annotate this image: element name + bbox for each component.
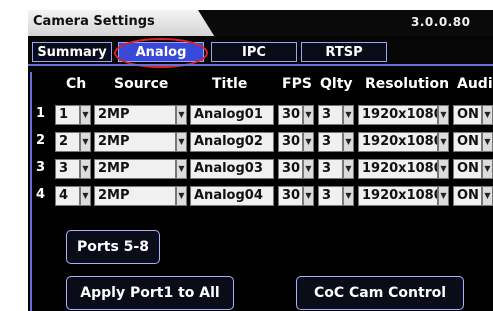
ch-select[interactable]: 4 (55, 186, 80, 206)
title-input[interactable]: Analog04 (190, 186, 274, 206)
column-header-resolution: Resolution (365, 76, 450, 92)
audio-select[interactable]: ON (453, 159, 482, 179)
dropdown-arrow-icon[interactable]: ▼ (303, 105, 314, 125)
audio-select[interactable]: ON (453, 132, 482, 152)
window-title: Camera Settings (33, 14, 155, 29)
dropdown-arrow-icon[interactable]: ▼ (438, 159, 449, 179)
dropdown-arrow-icon[interactable]: ▼ (303, 132, 314, 152)
ch-select[interactable]: 2 (55, 132, 80, 152)
fps-select[interactable]: 30 (278, 159, 303, 179)
dropdown-arrow-icon[interactable]: ▼ (438, 105, 449, 125)
fps-select[interactable]: 30 (278, 132, 303, 152)
title-input[interactable]: Analog01 (190, 105, 274, 125)
source-select[interactable]: 2MP (94, 132, 176, 152)
source-select[interactable]: 2MP (94, 186, 176, 206)
title-input[interactable]: Analog02 (190, 132, 274, 152)
dropdown-arrow-icon[interactable]: ▼ (482, 132, 493, 152)
column-header-title: Title (212, 76, 248, 92)
tab-ipc[interactable]: IPC (211, 42, 297, 62)
dropdown-arrow-icon[interactable]: ▼ (80, 105, 91, 125)
quality-select[interactable]: 3 (318, 132, 343, 152)
column-header-fps: FPS (282, 76, 312, 92)
dropdown-arrow-icon[interactable]: ▼ (482, 186, 493, 206)
resolution-select[interactable]: 1920x1080 (358, 105, 438, 125)
tab-summary[interactable]: Summary (32, 42, 112, 62)
source-select[interactable]: 2MP (94, 159, 176, 179)
ports-5-8-button[interactable]: Ports 5-8 (66, 230, 160, 264)
dropdown-arrow-icon[interactable]: ▼ (176, 159, 187, 179)
resolution-select[interactable]: 1920x1080 (358, 132, 438, 152)
column-header-audio: Audio (457, 76, 493, 92)
column-header-qlty: Qlty (320, 76, 353, 92)
dropdown-arrow-icon[interactable]: ▼ (303, 159, 314, 179)
dropdown-arrow-icon[interactable]: ▼ (176, 132, 187, 152)
row-number: 1 (36, 106, 46, 121)
quality-select[interactable]: 3 (318, 186, 343, 206)
audio-select[interactable]: ON (453, 105, 482, 125)
apply-port1-to-all-button[interactable]: Apply Port1 to All (66, 276, 234, 310)
dropdown-arrow-icon[interactable]: ▼ (438, 186, 449, 206)
tab-underline (28, 64, 493, 66)
row-number: 4 (36, 187, 46, 202)
resolution-select[interactable]: 1920x1080 (358, 159, 438, 179)
dropdown-arrow-icon[interactable]: ▼ (438, 132, 449, 152)
ch-select[interactable]: 3 (55, 159, 80, 179)
quality-select[interactable]: 3 (318, 159, 343, 179)
dropdown-arrow-icon[interactable]: ▼ (303, 186, 314, 206)
dropdown-arrow-icon[interactable]: ▼ (176, 186, 187, 206)
dropdown-arrow-icon[interactable]: ▼ (482, 105, 493, 125)
dropdown-arrow-icon[interactable]: ▼ (343, 132, 354, 152)
title-input[interactable]: Analog03 (190, 159, 274, 179)
dropdown-arrow-icon[interactable]: ▼ (343, 186, 354, 206)
ch-select[interactable]: 1 (55, 105, 80, 125)
column-header-source: Source (114, 76, 169, 92)
coc-cam-control-button[interactable]: CoC Cam Control (296, 276, 464, 310)
dropdown-arrow-icon[interactable]: ▼ (80, 186, 91, 206)
resolution-select[interactable]: 1920x1080 (358, 186, 438, 206)
column-header-ch: Ch (66, 76, 87, 92)
fps-select[interactable]: 30 (278, 186, 303, 206)
quality-select[interactable]: 3 (318, 105, 343, 125)
fps-select[interactable]: 30 (278, 105, 303, 125)
source-select[interactable]: 2MP (94, 105, 176, 125)
version-label: 3.0.0.80 (411, 15, 471, 29)
dropdown-arrow-icon[interactable]: ▼ (343, 159, 354, 179)
dropdown-arrow-icon[interactable]: ▼ (80, 159, 91, 179)
dropdown-arrow-icon[interactable]: ▼ (176, 105, 187, 125)
audio-select[interactable]: ON (453, 186, 482, 206)
dropdown-arrow-icon[interactable]: ▼ (482, 159, 493, 179)
row-number: 3 (36, 160, 46, 175)
tab-rtsp[interactable]: RTSP (301, 42, 387, 62)
camera-settings-screen: Camera Settings 3.0.0.80 Summary Analog … (28, 10, 493, 311)
row-number: 2 (36, 133, 46, 148)
dropdown-arrow-icon[interactable]: ▼ (343, 105, 354, 125)
dropdown-arrow-icon[interactable]: ▼ (80, 132, 91, 152)
